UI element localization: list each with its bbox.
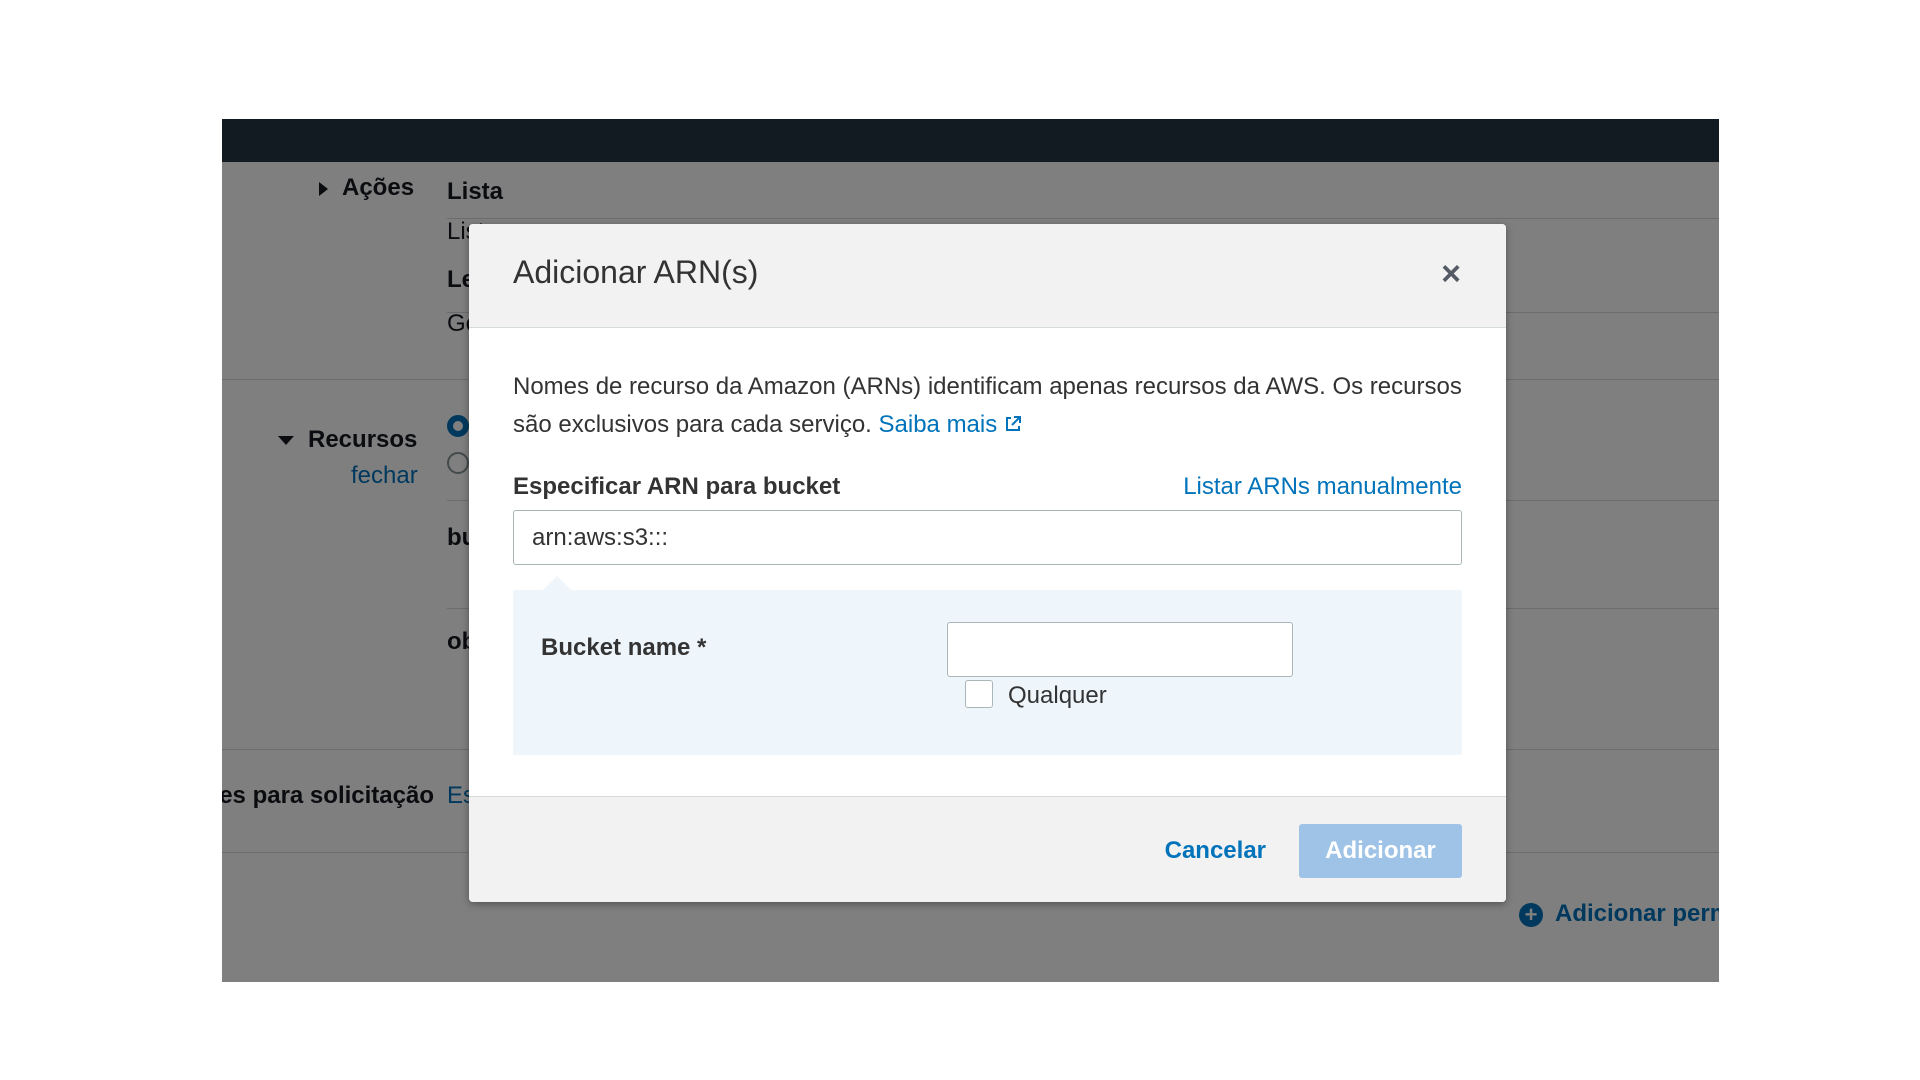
external-link-icon: [1006, 416, 1022, 431]
add-arn-modal: Adicionar ARN(s) × Nomes de recurso da A…: [469, 224, 1506, 902]
any-bucket-checkbox[interactable]: [965, 680, 993, 708]
arn-builder-panel: Bucket name * Qualquer: [513, 576, 1462, 755]
modal-footer: Cancelar Adicionar: [469, 796, 1506, 902]
modal-backdrop[interactable]: Adicionar ARN(s) × Nomes de recurso da A…: [222, 162, 1719, 982]
bucket-name-label: Bucket name *: [541, 634, 707, 661]
modal-header: Adicionar ARN(s) ×: [469, 224, 1506, 328]
arn-field-label: Especificar ARN para bucket: [513, 473, 841, 500]
any-bucket-label[interactable]: Qualquer: [1008, 682, 1107, 710]
bucket-name-input[interactable]: [947, 622, 1293, 677]
close-icon[interactable]: ×: [1438, 257, 1464, 291]
modal-title: Adicionar ARN(s): [513, 254, 759, 290]
modal-description: Nomes de recurso da Amazon (ARNs) identi…: [513, 368, 1462, 444]
add-button[interactable]: Adicionar: [1299, 824, 1462, 878]
learn-more-label: Saiba mais: [878, 411, 998, 438]
console-top-bar: [222, 119, 1719, 162]
cancel-button[interactable]: Cancelar: [1157, 824, 1274, 878]
learn-more-link[interactable]: Saiba mais: [879, 411, 1024, 438]
screenshot-frame: Ações Lista List Leitura Get Recursos fe…: [222, 119, 1719, 982]
builder-pointer: [543, 576, 571, 590]
arn-input[interactable]: [513, 510, 1462, 565]
list-arns-manually-link[interactable]: Listar ARNs manualmente: [1183, 473, 1462, 501]
